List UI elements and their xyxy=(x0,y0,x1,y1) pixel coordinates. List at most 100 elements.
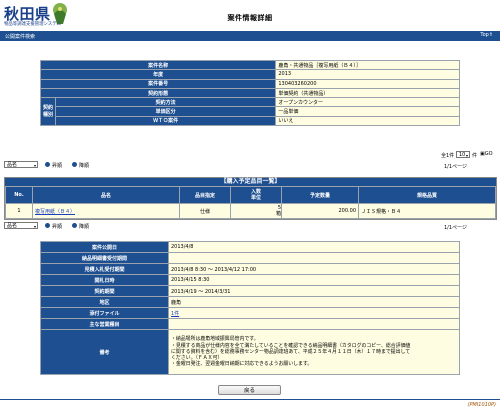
col-header: 規格品質 xyxy=(358,186,496,204)
page-info: 1/1ページ xyxy=(444,164,467,170)
summary-label: 年度 xyxy=(39,69,277,80)
detail-value: 2013/4/8 xyxy=(168,241,460,253)
detail-row: 納品明細書受付期間 xyxy=(40,252,460,264)
detail-label: 開札日時 xyxy=(40,274,169,286)
detail-label: 案件公開日 xyxy=(40,241,169,253)
page-info: 1/1ページ xyxy=(444,225,467,231)
summary-label: 契約形態 xyxy=(39,87,277,99)
detail-value xyxy=(168,252,460,264)
case-number-value: 130403260200 xyxy=(275,78,460,89)
go-label: GO xyxy=(484,151,493,157)
unit-price-type-value: 一品単価 xyxy=(275,106,460,117)
item-unit: 5 箱 xyxy=(230,203,282,219)
total-count: 全1件 xyxy=(441,153,455,159)
col-header: 品目指定 xyxy=(179,186,231,204)
items-grid: No. 品名 品目指定 入数単位 予定数量 規格品質 1 複写用紙（Ｂ４） 仕様… xyxy=(5,186,496,219)
page-title: 案件情報詳細 xyxy=(227,14,273,22)
remarks-line: ・金曜日発注、翌週金曜日納期に対応できるようお願いします。 xyxy=(171,361,313,368)
detail-value xyxy=(168,318,460,330)
chevron-down-icon: ▾ xyxy=(465,153,468,158)
remarks-label: 備考 xyxy=(40,329,169,375)
top-link[interactable]: Top⇑ xyxy=(480,32,493,38)
search-link[interactable]: 公開案件検索 xyxy=(5,33,35,40)
pager-sort-row-bottom: 品名 ▾ 昇順 降順 1/1ページ xyxy=(0,222,500,232)
contract-type-group-label: 契約種別 xyxy=(40,97,56,127)
detail-label: 見積入札受付期間 xyxy=(40,263,169,275)
item-quantity: 200.00 xyxy=(281,203,359,219)
detail-label: 納品明細書受付期間 xyxy=(40,252,169,264)
table-row: 1 複写用紙（Ｂ４） 仕様 5 箱 200.00 ＪＩＳ規格・Ｂ４ xyxy=(5,203,496,219)
sort-field-value: 品名 xyxy=(7,223,18,229)
detail-label: 添付ファイル xyxy=(40,307,169,319)
pager-right-row: 全1件 10 ▾ 件 ▣GO xyxy=(0,151,500,161)
case-name-value: 鹿角・共通物品［複写用紙（Ｂ４）］ xyxy=(275,59,460,71)
item-unit-name: 箱 xyxy=(275,211,281,217)
page-size-suffix: 件 xyxy=(472,153,478,159)
detail-row: 契約期間 2013/4/19 〜 2014/3/31 xyxy=(40,285,460,297)
detail-value: 2013/4/19 〜 2014/3/31 xyxy=(168,285,460,297)
item-name-link[interactable]: 複写用紙（Ｂ４） xyxy=(35,209,75,215)
header: 秋田県 物品等調達支援管理システム 案件情報詳細 xyxy=(0,0,500,30)
detail-label: 契約期間 xyxy=(40,285,169,297)
summary-label: 契約方法 xyxy=(54,97,277,108)
detail-row: 地区 鹿角 xyxy=(40,296,460,308)
remarks-value: ・納品場所は鹿角地域振興局管内です。 ・見積する商品が仕様内容を全て満たしている… xyxy=(168,329,460,375)
summary-row: 年度 2013 xyxy=(39,69,460,80)
purchase-items-table: 【購入予定品目一覧】 No. 品名 品目指定 入数単位 予定数量 規格品質 1 … xyxy=(4,177,497,220)
col-header: 予定数量 xyxy=(281,186,359,204)
summary-row: ＷＴＯ案件 いいえ xyxy=(41,115,460,127)
detail-value-cell: 1件 xyxy=(168,307,460,319)
detail-value: 2013/4/8 8:30 〜 2013/4/12 17:00 xyxy=(168,263,460,275)
detail-row: 開札日時 2013/4/15 8:30 xyxy=(40,274,460,286)
sort-desc-label: 降順 xyxy=(79,163,90,169)
sort-field-value: 品名 xyxy=(7,162,18,168)
detail-row: 見積入札受付期間 2013/4/8 8:30 〜 2013/4/12 17:00 xyxy=(40,263,460,275)
case-summary-table: 案件名称 鹿角・共通物品［複写用紙（Ｂ４）］ 年度 2013 案件番号 1304… xyxy=(39,59,460,127)
wto-value: いいえ xyxy=(275,115,460,127)
sort-asc-radio[interactable] xyxy=(45,223,50,228)
item-no: 1 xyxy=(5,203,33,219)
sort-field-select[interactable]: 品名 ▾ xyxy=(4,222,38,229)
page-size-value: 10 xyxy=(459,152,466,158)
summary-row: 案件名称 鹿角・共通物品［複写用紙（Ｂ４）］ xyxy=(39,59,460,71)
col-header: 入数単位 xyxy=(230,186,282,204)
contract-method-value: オープンカウンター xyxy=(275,97,460,108)
attachment-link[interactable]: 1件 xyxy=(171,311,179,317)
footer-divider xyxy=(0,399,500,400)
detail-row: 案件公開日 2013/4/8 xyxy=(40,241,460,253)
summary-row: 契約種別 契約方法 オープンカウンター xyxy=(40,97,460,127)
detail-row: 主な営業種目 xyxy=(40,318,460,330)
col-header-label: 入数単位 xyxy=(250,189,261,201)
item-spec: ＪＩＳ規格・Ｂ４ xyxy=(358,203,496,219)
summary-row: 契約形態 単価契約（共通物品） xyxy=(39,87,460,99)
pager-sort-row: 品名 ▾ 昇順 降順 1/1ページ xyxy=(0,161,500,171)
sort-desc-label: 降順 xyxy=(79,224,90,230)
summary-row: 案件番号 130403260200 xyxy=(39,78,460,89)
up-arrow-icon: ⇑ xyxy=(488,32,493,38)
top-link-label: Top xyxy=(480,32,489,38)
detail-row: 添付ファイル 1件 xyxy=(40,307,460,319)
chevron-down-icon: ▾ xyxy=(33,163,36,168)
col-header: No. xyxy=(5,186,33,204)
chevron-down-icon: ▾ xyxy=(33,224,36,229)
summary-row: 単価区分 一品単価 xyxy=(41,106,460,117)
sort-desc-radio[interactable] xyxy=(72,223,77,228)
sort-asc-radio[interactable] xyxy=(45,162,50,167)
items-header-row: No. 品名 品目指定 入数単位 予定数量 規格品質 xyxy=(5,186,496,204)
detail-label: 主な営業種目 xyxy=(40,318,169,330)
sort-asc-label: 昇順 xyxy=(52,163,63,169)
page-size-select[interactable]: 10 ▾ xyxy=(456,151,470,158)
summary-label: 案件番号 xyxy=(39,78,277,89)
col-header: 品名 xyxy=(32,186,180,204)
sub-navigation-bar: 公開案件検索 Top⇑ xyxy=(0,31,500,41)
sort-field-select[interactable]: 品名 ▾ xyxy=(4,161,38,168)
sort-desc-radio[interactable] xyxy=(72,162,77,167)
summary-label: 単価区分 xyxy=(54,106,277,117)
back-button[interactable]: 戻る xyxy=(218,385,281,395)
sort-asc-label: 昇順 xyxy=(52,224,63,230)
detail-label: 地区 xyxy=(40,296,169,308)
detail-row: 備考 ・納品場所は鹿角地域振興局管内です。 ・見積する商品が仕様内容を全て満たし… xyxy=(40,329,460,375)
summary-label: ＷＴＯ案件 xyxy=(54,115,277,127)
go-button[interactable]: ▣GO xyxy=(480,151,493,157)
item-name-cell: 複写用紙（Ｂ４） xyxy=(32,203,180,219)
